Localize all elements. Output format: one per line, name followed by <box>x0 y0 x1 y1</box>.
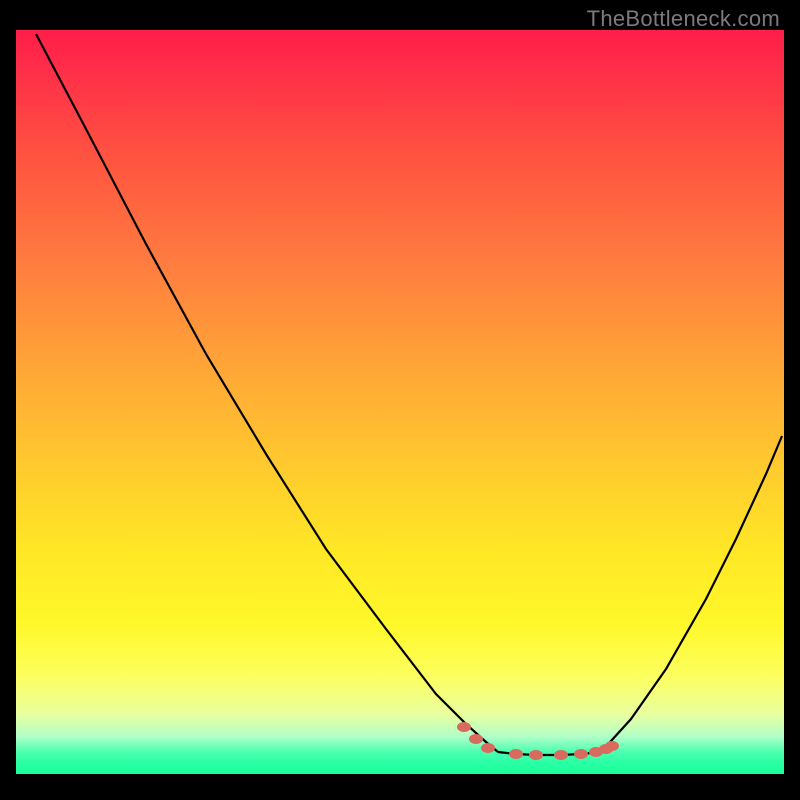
marker-dot <box>457 722 471 732</box>
marker-dot <box>574 749 588 759</box>
left-curve <box>36 34 498 752</box>
watermark-label: TheBottleneck.com <box>587 6 780 32</box>
chart-area <box>16 30 784 774</box>
dotted-markers <box>457 722 619 760</box>
right-curve <box>601 436 782 752</box>
chart-svg <box>16 30 784 774</box>
marker-dot <box>605 741 619 751</box>
marker-dot <box>469 734 483 744</box>
marker-dot <box>529 750 543 760</box>
marker-dot <box>554 750 568 760</box>
marker-dot <box>509 749 523 759</box>
marker-dot <box>481 743 495 753</box>
